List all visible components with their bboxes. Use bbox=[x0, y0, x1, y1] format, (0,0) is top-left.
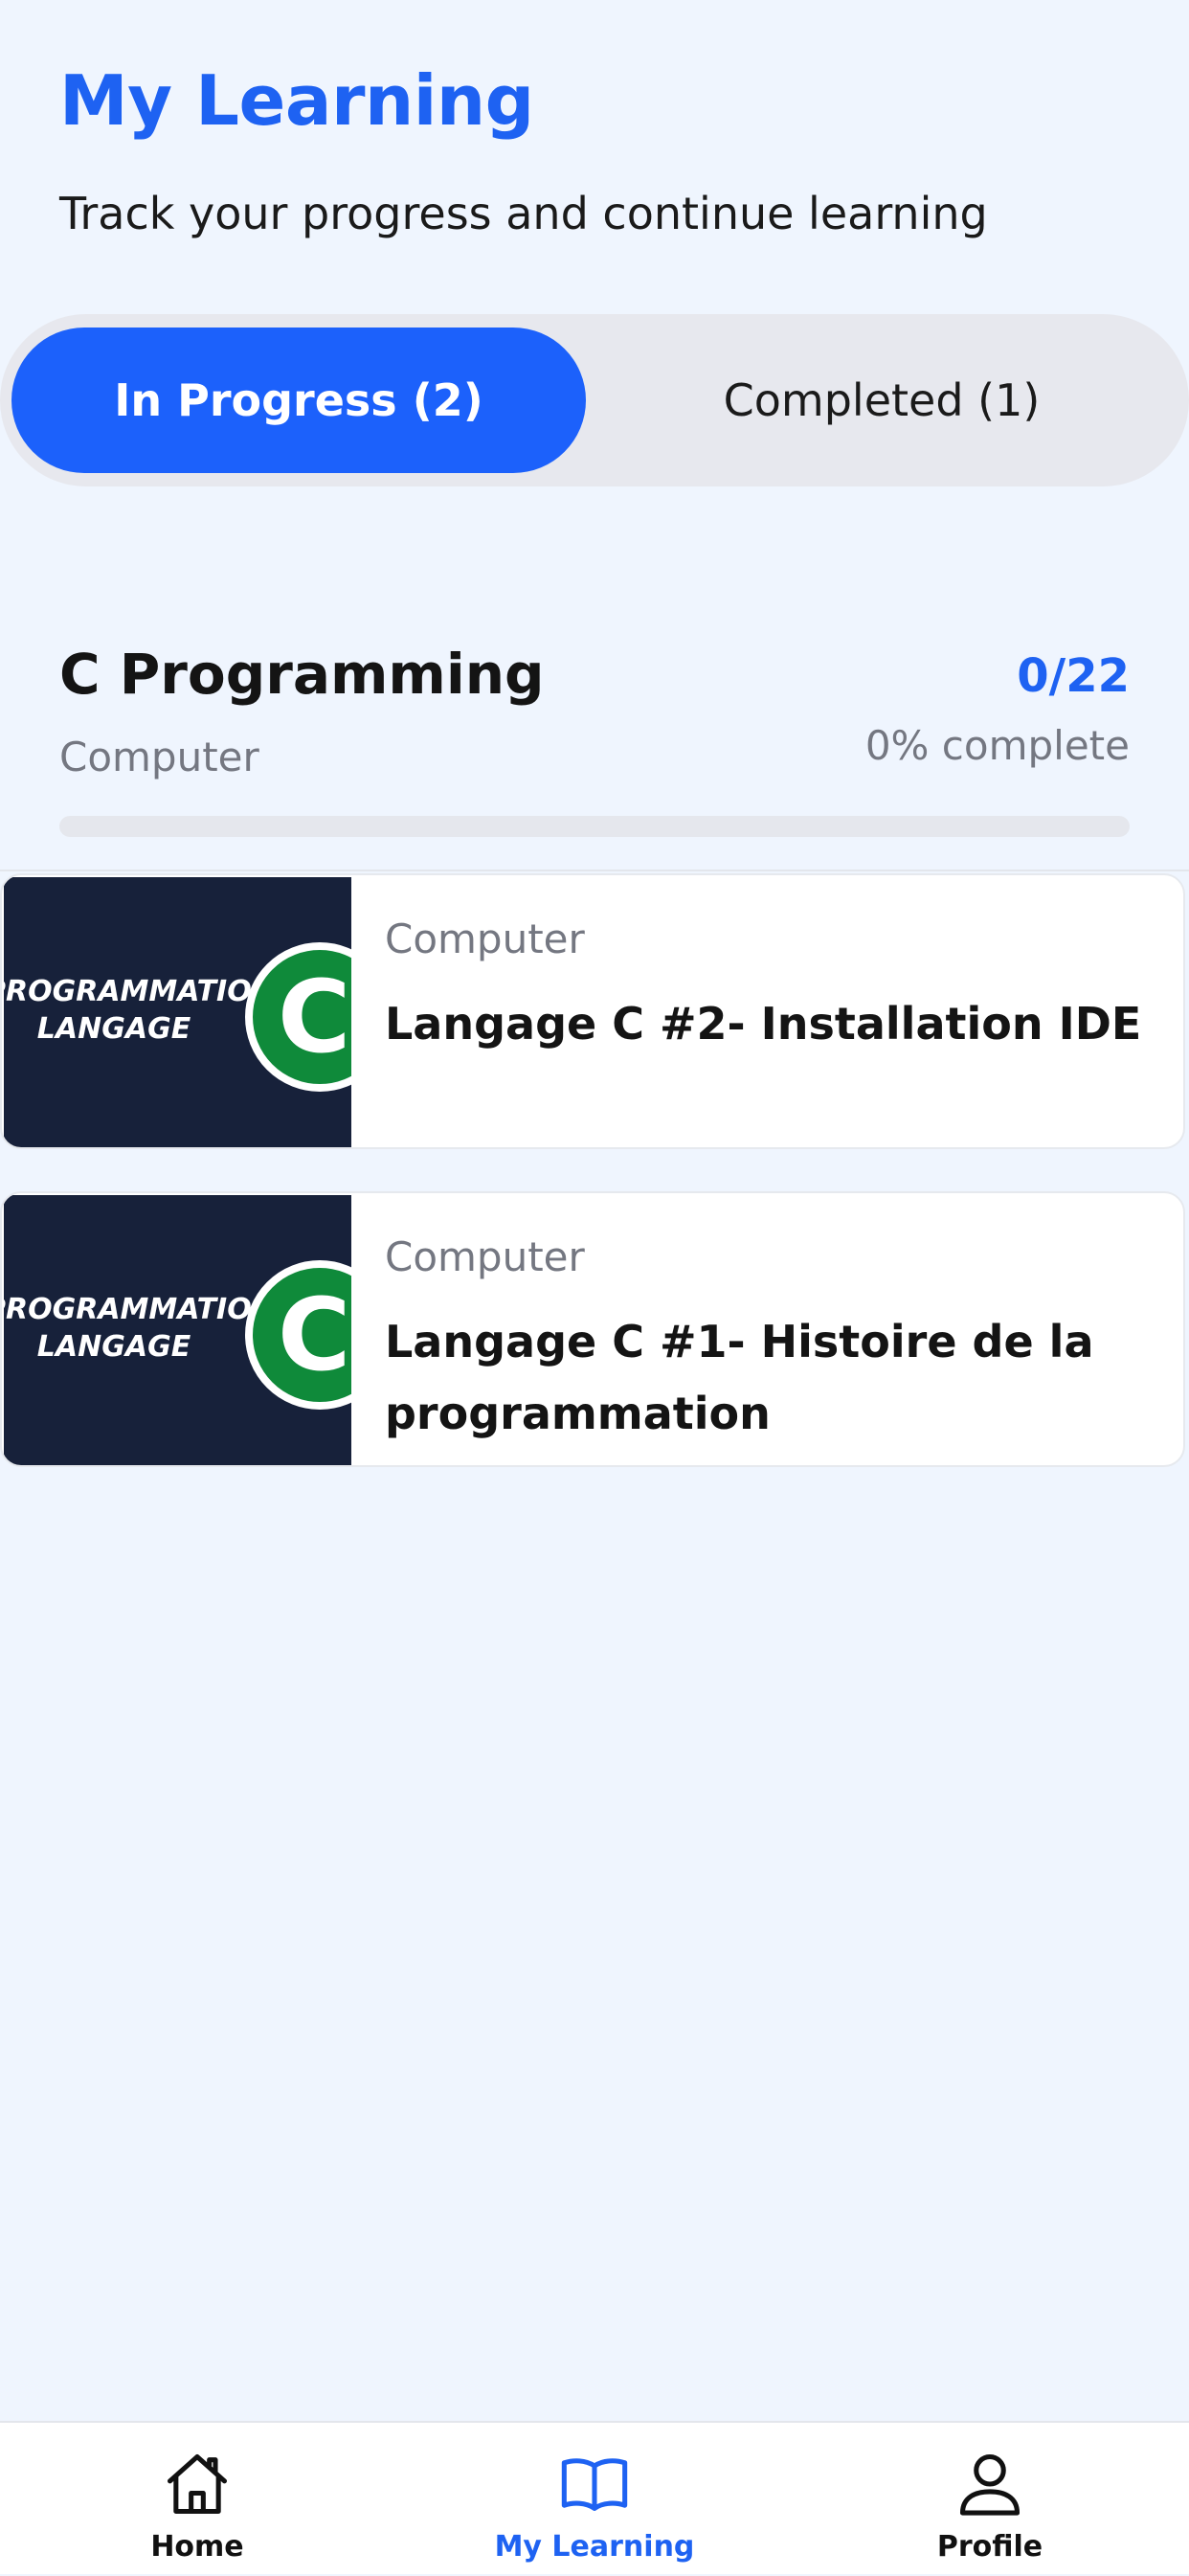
course-title: C Programming bbox=[59, 642, 545, 707]
nav-item-my-learning[interactable]: My Learning bbox=[451, 2423, 738, 2576]
c-language-logo: C bbox=[245, 942, 351, 1092]
thumbnail-text-line2: LANGAGE bbox=[36, 1012, 191, 1046]
lesson-title: Langage C #1- Histoire de la programmati… bbox=[385, 1316, 1094, 1439]
lesson-thumbnail: PROGRAMMATION LANGAGE C bbox=[4, 877, 351, 1147]
tab-in-progress[interactable]: In Progress (2) bbox=[11, 328, 586, 473]
lesson-title: Langage C #2- Installation IDE bbox=[385, 998, 1142, 1050]
course-progress-bar bbox=[59, 816, 1130, 837]
thumbnail-text-line1: PROGRAMMATION bbox=[4, 1293, 276, 1326]
lesson-card[interactable]: PROGRAMMATION LANGAGE C Computer Langage… bbox=[0, 1191, 1185, 1467]
page-subtitle: Track your progress and continue learnin… bbox=[59, 188, 988, 239]
lesson-category: Computer bbox=[385, 915, 585, 962]
nav-item-home[interactable]: Home bbox=[54, 2423, 341, 2576]
book-open-icon bbox=[561, 2458, 628, 2511]
tab-completed[interactable]: Completed (1) bbox=[586, 328, 1178, 473]
section-divider bbox=[0, 870, 1189, 871]
lesson-thumbnail: PROGRAMMATION LANGAGE C bbox=[4, 1195, 351, 1465]
nav-label-profile: Profile bbox=[936, 2530, 1043, 2564]
course-category: Computer bbox=[59, 734, 259, 780]
lesson-card[interactable]: PROGRAMMATION LANGAGE C Computer Langage… bbox=[0, 873, 1185, 1149]
course-percent-complete: 0% complete bbox=[864, 722, 1130, 769]
learning-tabs: In Progress (2) Completed (1) bbox=[0, 314, 1189, 486]
nav-label-my-learning: My Learning bbox=[494, 2530, 695, 2564]
thumbnail-text-line1: PROGRAMMATION bbox=[4, 975, 276, 1008]
lesson-category: Computer bbox=[385, 1233, 585, 1280]
nav-label-home: Home bbox=[150, 2530, 244, 2564]
home-icon bbox=[167, 2453, 228, 2515]
bottom-navigation: Home My Learning Profile bbox=[0, 2421, 1189, 2574]
page-title: My Learning bbox=[59, 60, 534, 141]
thumbnail-text-line2: LANGAGE bbox=[36, 1330, 191, 1364]
person-icon bbox=[959, 2453, 1021, 2516]
course-lesson-count: 0/22 bbox=[1017, 649, 1130, 703]
c-language-logo: C bbox=[245, 1260, 351, 1410]
nav-item-profile[interactable]: Profile bbox=[846, 2423, 1133, 2576]
